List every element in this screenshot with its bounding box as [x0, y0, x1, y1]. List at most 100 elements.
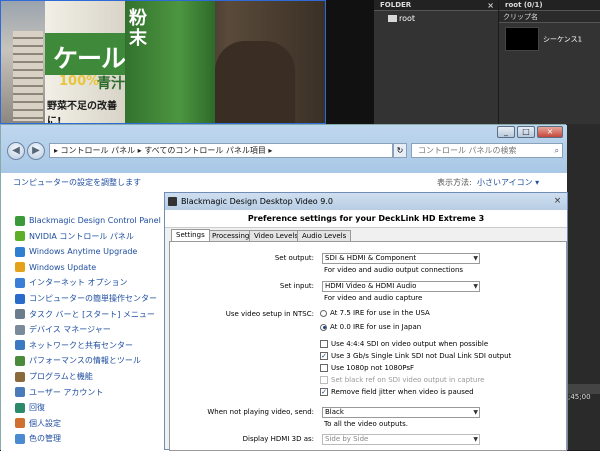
refresh-icon[interactable]: ↻ [393, 143, 407, 158]
blackmagic-icon [168, 197, 177, 206]
control-panel-item-label: ユーザー アカウント [29, 387, 104, 397]
control-panel-item-label: 色の管理 [29, 434, 61, 444]
folder-panel-close-icon[interactable]: × [487, 0, 494, 11]
checkbox-icon: ✓ [320, 352, 328, 360]
control-panel-item-icon [15, 309, 25, 320]
set-input-select[interactable]: HDMI Video & HDMI Audio ▼ [322, 281, 480, 292]
set-output-select[interactable]: SDI & HDMI & Component ▼ [322, 253, 480, 264]
search-placeholder: コントロール パネルの検索 [418, 146, 517, 155]
folder-root-label: root [399, 14, 416, 23]
control-panel-item-icon [15, 262, 25, 273]
close-button[interactable]: × [537, 126, 563, 138]
tab-audio-levels[interactable]: Audio Levels [297, 230, 352, 241]
check-field-jitter[interactable]: ✓ Remove field jitter when video is pause… [320, 388, 474, 396]
set-output-value: SDI & HDMI & Component [325, 254, 417, 262]
view-by-dropdown[interactable]: 小さいアイコン ▾ [477, 177, 539, 188]
clip-item[interactable]: シーケンス1 [499, 23, 600, 51]
maximize-button[interactable]: □ [517, 126, 535, 138]
control-panel-item-icon [15, 355, 25, 366]
search-input[interactable]: コントロール パネルの検索 ⌕ [411, 143, 563, 158]
control-panel-item[interactable]: コンピューターの簡単操作センター [15, 293, 157, 307]
control-panel-item-label: 回復 [29, 403, 45, 413]
minimize-button[interactable]: _ [497, 126, 515, 138]
video-preview: ケール 100% 青汁 野菜不足の改善に! 粉末 [0, 0, 326, 124]
preview-carton-label: 青汁 [97, 76, 125, 92]
clip-name: シーケンス1 [543, 35, 583, 44]
ntsc-usa-label: At 7.5 IRE for use in the USA [330, 309, 430, 317]
folder-panel-title-bar: FOLDER × [374, 0, 498, 11]
set-input-label: Set input: [279, 282, 314, 290]
control-panel-item-label: 個人設定 [29, 418, 61, 428]
folder-root-item[interactable]: root [374, 11, 498, 24]
control-panel-item-icon [15, 215, 25, 226]
forward-icon[interactable]: ▶ [27, 142, 45, 160]
control-panel-item-icon [15, 231, 25, 242]
tab-video-levels[interactable]: Video Levels [249, 230, 303, 241]
clip-column-header[interactable]: クリップ名 [499, 11, 600, 23]
radio-icon [320, 309, 327, 317]
control-panel-item-label: パフォーマンスの情報とツール [29, 356, 141, 366]
clip-panel-title: root (0/1) [505, 1, 543, 9]
checkbox-icon [320, 376, 328, 384]
dialog-close-icon[interactable]: × [552, 196, 563, 207]
preview-carton-text: ケール [53, 44, 126, 73]
check-444-sdi[interactable]: Use 4:4:4 SDI on video output when possi… [320, 340, 488, 348]
control-panel-item[interactable]: パフォーマンスの情報とツール [15, 355, 141, 369]
control-panel-item-icon [15, 402, 25, 413]
control-panel-item[interactable]: Windows Anytime Upgrade [15, 246, 137, 260]
checkbox-icon: ✓ [320, 388, 328, 396]
back-icon[interactable]: ◀ [7, 142, 25, 160]
tab-settings[interactable]: Settings [171, 229, 210, 241]
control-panel-item[interactable]: ネットワークと共有センター [15, 340, 133, 354]
check-1080p[interactable]: Use 1080p not 1080PsF [320, 364, 414, 372]
control-panel-item[interactable]: ユーザー アカウント [15, 387, 103, 401]
dark-strip [326, 0, 374, 124]
adjust-settings-heading: コンピューターの設定を調整します [13, 178, 141, 187]
control-panel-item[interactable]: プログラムと機能 [15, 371, 93, 385]
timeline-area [566, 124, 600, 450]
control-panel-item-label: インターネット オプション [29, 278, 128, 288]
control-panel-item[interactable]: 色の管理 [15, 433, 61, 447]
hdmi-3d-label: Display HDMI 3D as: [242, 435, 314, 443]
ntsc-japan-radio[interactable]: At 0.0 IRE for use in Japan [320, 323, 421, 331]
set-input-description: For video and audio capture [324, 294, 423, 302]
ntsc-usa-radio[interactable]: At 7.5 IRE for use in the USA [320, 309, 430, 317]
check-black-ref-label: Set black ref on SDI video output in cap… [331, 376, 485, 384]
control-panel-item-label: コンピューターの簡単操作センター [29, 294, 157, 303]
not-playing-select[interactable]: Black ▼ [322, 407, 480, 418]
control-panel-item-icon [15, 371, 25, 382]
control-panel-item-label: NVIDIA コントロール パネル [29, 231, 134, 241]
control-panel-item[interactable]: 個人設定 [15, 418, 61, 432]
control-panel-item[interactable]: Windows Update [15, 262, 96, 276]
checkbox-icon [320, 340, 328, 348]
check-3g-sdi[interactable]: ✓ Use 3 Gb/s Single Link SDI not Dual Lin… [320, 352, 511, 360]
ntsc-japan-label: At 0.0 IRE for use in Japan [330, 323, 422, 331]
folder-panel-title: FOLDER [380, 1, 412, 9]
folder-panel: FOLDER × root [374, 0, 498, 124]
ntsc-setup-label: Use video setup in NTSC: [225, 310, 314, 318]
desktop-video-dialog: Blackmagic Design Desktop Video 9.0 × Pr… [164, 192, 568, 451]
settings-panel: Set output: SDI & HDMI & Component ▼ For … [169, 241, 567, 451]
control-panel-item[interactable]: Blackmagic Design Control Panel [15, 215, 161, 229]
address-bar[interactable]: ▸ コントロール パネル ▸ すべてのコントロール パネル項目 ▸ [49, 143, 393, 158]
clip-panel: root (0/1) クリップ名 シーケンス1 [499, 0, 600, 124]
folder-icon [388, 15, 397, 22]
control-panel-item[interactable]: タスク バーと [スタート] メニュー [15, 309, 155, 323]
control-panel-item-label: Windows Update [29, 262, 97, 272]
hdmi-3d-select[interactable]: Side by Side ▼ [322, 434, 480, 445]
control-panel-item[interactable]: NVIDIA コントロール パネル [15, 231, 134, 245]
control-panel-item-icon [15, 387, 25, 398]
check-black-ref[interactable]: Set black ref on SDI video output in cap… [320, 376, 484, 384]
dialog-title: Blackmagic Design Desktop Video 9.0 [181, 197, 333, 206]
tab-processing[interactable]: Processing [207, 230, 255, 241]
preview-carton-side-text: 粉末 [129, 8, 147, 49]
preview-hand [215, 41, 295, 123]
control-panel-item-icon [15, 277, 25, 288]
control-panel-item[interactable]: 回復 [15, 402, 45, 416]
control-panel-item[interactable]: デバイス マネージャー [15, 324, 111, 338]
clip-thumbnail [505, 27, 539, 51]
control-panel-item-icon [15, 433, 25, 444]
not-playing-label: When not playing video, send: [207, 408, 314, 416]
hdmi-3d-value: Side by Side [325, 435, 369, 443]
control-panel-item[interactable]: インターネット オプション [15, 277, 128, 291]
